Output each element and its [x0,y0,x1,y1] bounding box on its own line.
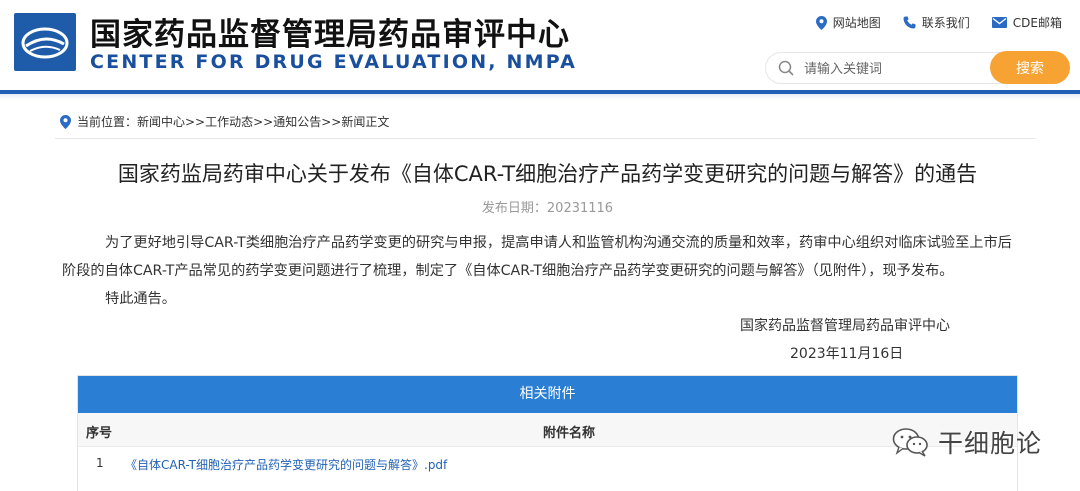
contact-label: 联系我们 [921,16,970,30]
signature-date: 2023年11月16日 [790,346,904,362]
search-input[interactable] [804,59,984,79]
top-links: 网站地图 联系我们 CDE邮箱 [815,14,1062,31]
signature-organization: 国家药品监督管理局药品审评中心 [740,318,950,334]
wechat-watermark: 干细胞论 [892,424,1042,460]
header-shadow [0,94,1080,100]
column-header-number: 序号 [86,426,113,441]
paragraph-1-line-1: 为了更好地引导CAR-T类细胞治疗产品药学变更的研究与申报，提高申请人和监管机构… [105,235,1012,251]
attachment-link[interactable]: 《自体CAR-T细胞治疗产品药学变更研究的问题与解答》.pdf [125,456,447,473]
site-title-en: CENTER FOR DRUG EVALUATION, NMPA [90,51,578,73]
search-button[interactable]: 搜索 [990,51,1070,84]
table-row: 1 《自体CAR-T细胞治疗产品药学变更研究的问题与解答》.pdf [78,447,1017,481]
article-title: 国家药监局药审中心关于发布《自体CAR-T细胞治疗产品药学变更研究的问题与解答》… [117,162,978,186]
location-pin-icon [60,114,71,129]
mail-link[interactable]: CDE邮箱 [991,14,1062,31]
attachments-header: 相关附件 [78,376,1017,413]
site-title-cn: 国家药品监督管理局药品审评中心 [90,17,570,53]
contact-link[interactable]: 联系我们 [903,14,970,31]
article-paragraph-2: 特此通告。 [105,291,176,307]
attachments-table: 相关附件 序号 附件名称 1 《自体CAR-T细胞治疗产品药学变更研究的问题与解… [77,375,1018,491]
attachments-column-headers: 序号 附件名称 [78,413,1017,447]
sitemap-label: 网站地图 [832,16,881,30]
attachment-number: 1 [96,456,104,470]
cde-logo[interactable] [14,13,76,71]
publish-date: 发布日期：20231116 [481,201,614,216]
site-header: 国家药品监督管理局药品审评中心 CENTER FOR DRUG EVALUATI… [0,0,1080,92]
content-divider [55,138,1035,139]
location-pin-icon [815,15,827,30]
article-paragraph-1: 为了更好地引导CAR-T类细胞治疗产品药学变更的研究与申报，提高申请人和监管机构… [62,229,1032,285]
phone-icon [903,16,916,29]
breadcrumb-text[interactable]: 当前位置：新闻中心>>工作动态>>通知公告>>新闻正文 [77,113,389,130]
sitemap-link[interactable]: 网站地图 [815,14,881,31]
breadcrumb: 当前位置：新闻中心>>工作动态>>通知公告>>新闻正文 [60,113,389,130]
wechat-icon [892,428,928,457]
mail-label: CDE邮箱 [1012,16,1062,30]
search-icon [778,60,794,76]
mail-icon [991,17,1007,28]
column-header-name: 附件名称 [543,426,596,441]
watermark-text: 干细胞论 [938,429,1043,458]
paragraph-1-line-2: 阶段的自体CAR-T产品常见的药学变更问题进行了梳理，制定了《自体CAR-T细胞… [62,263,954,279]
